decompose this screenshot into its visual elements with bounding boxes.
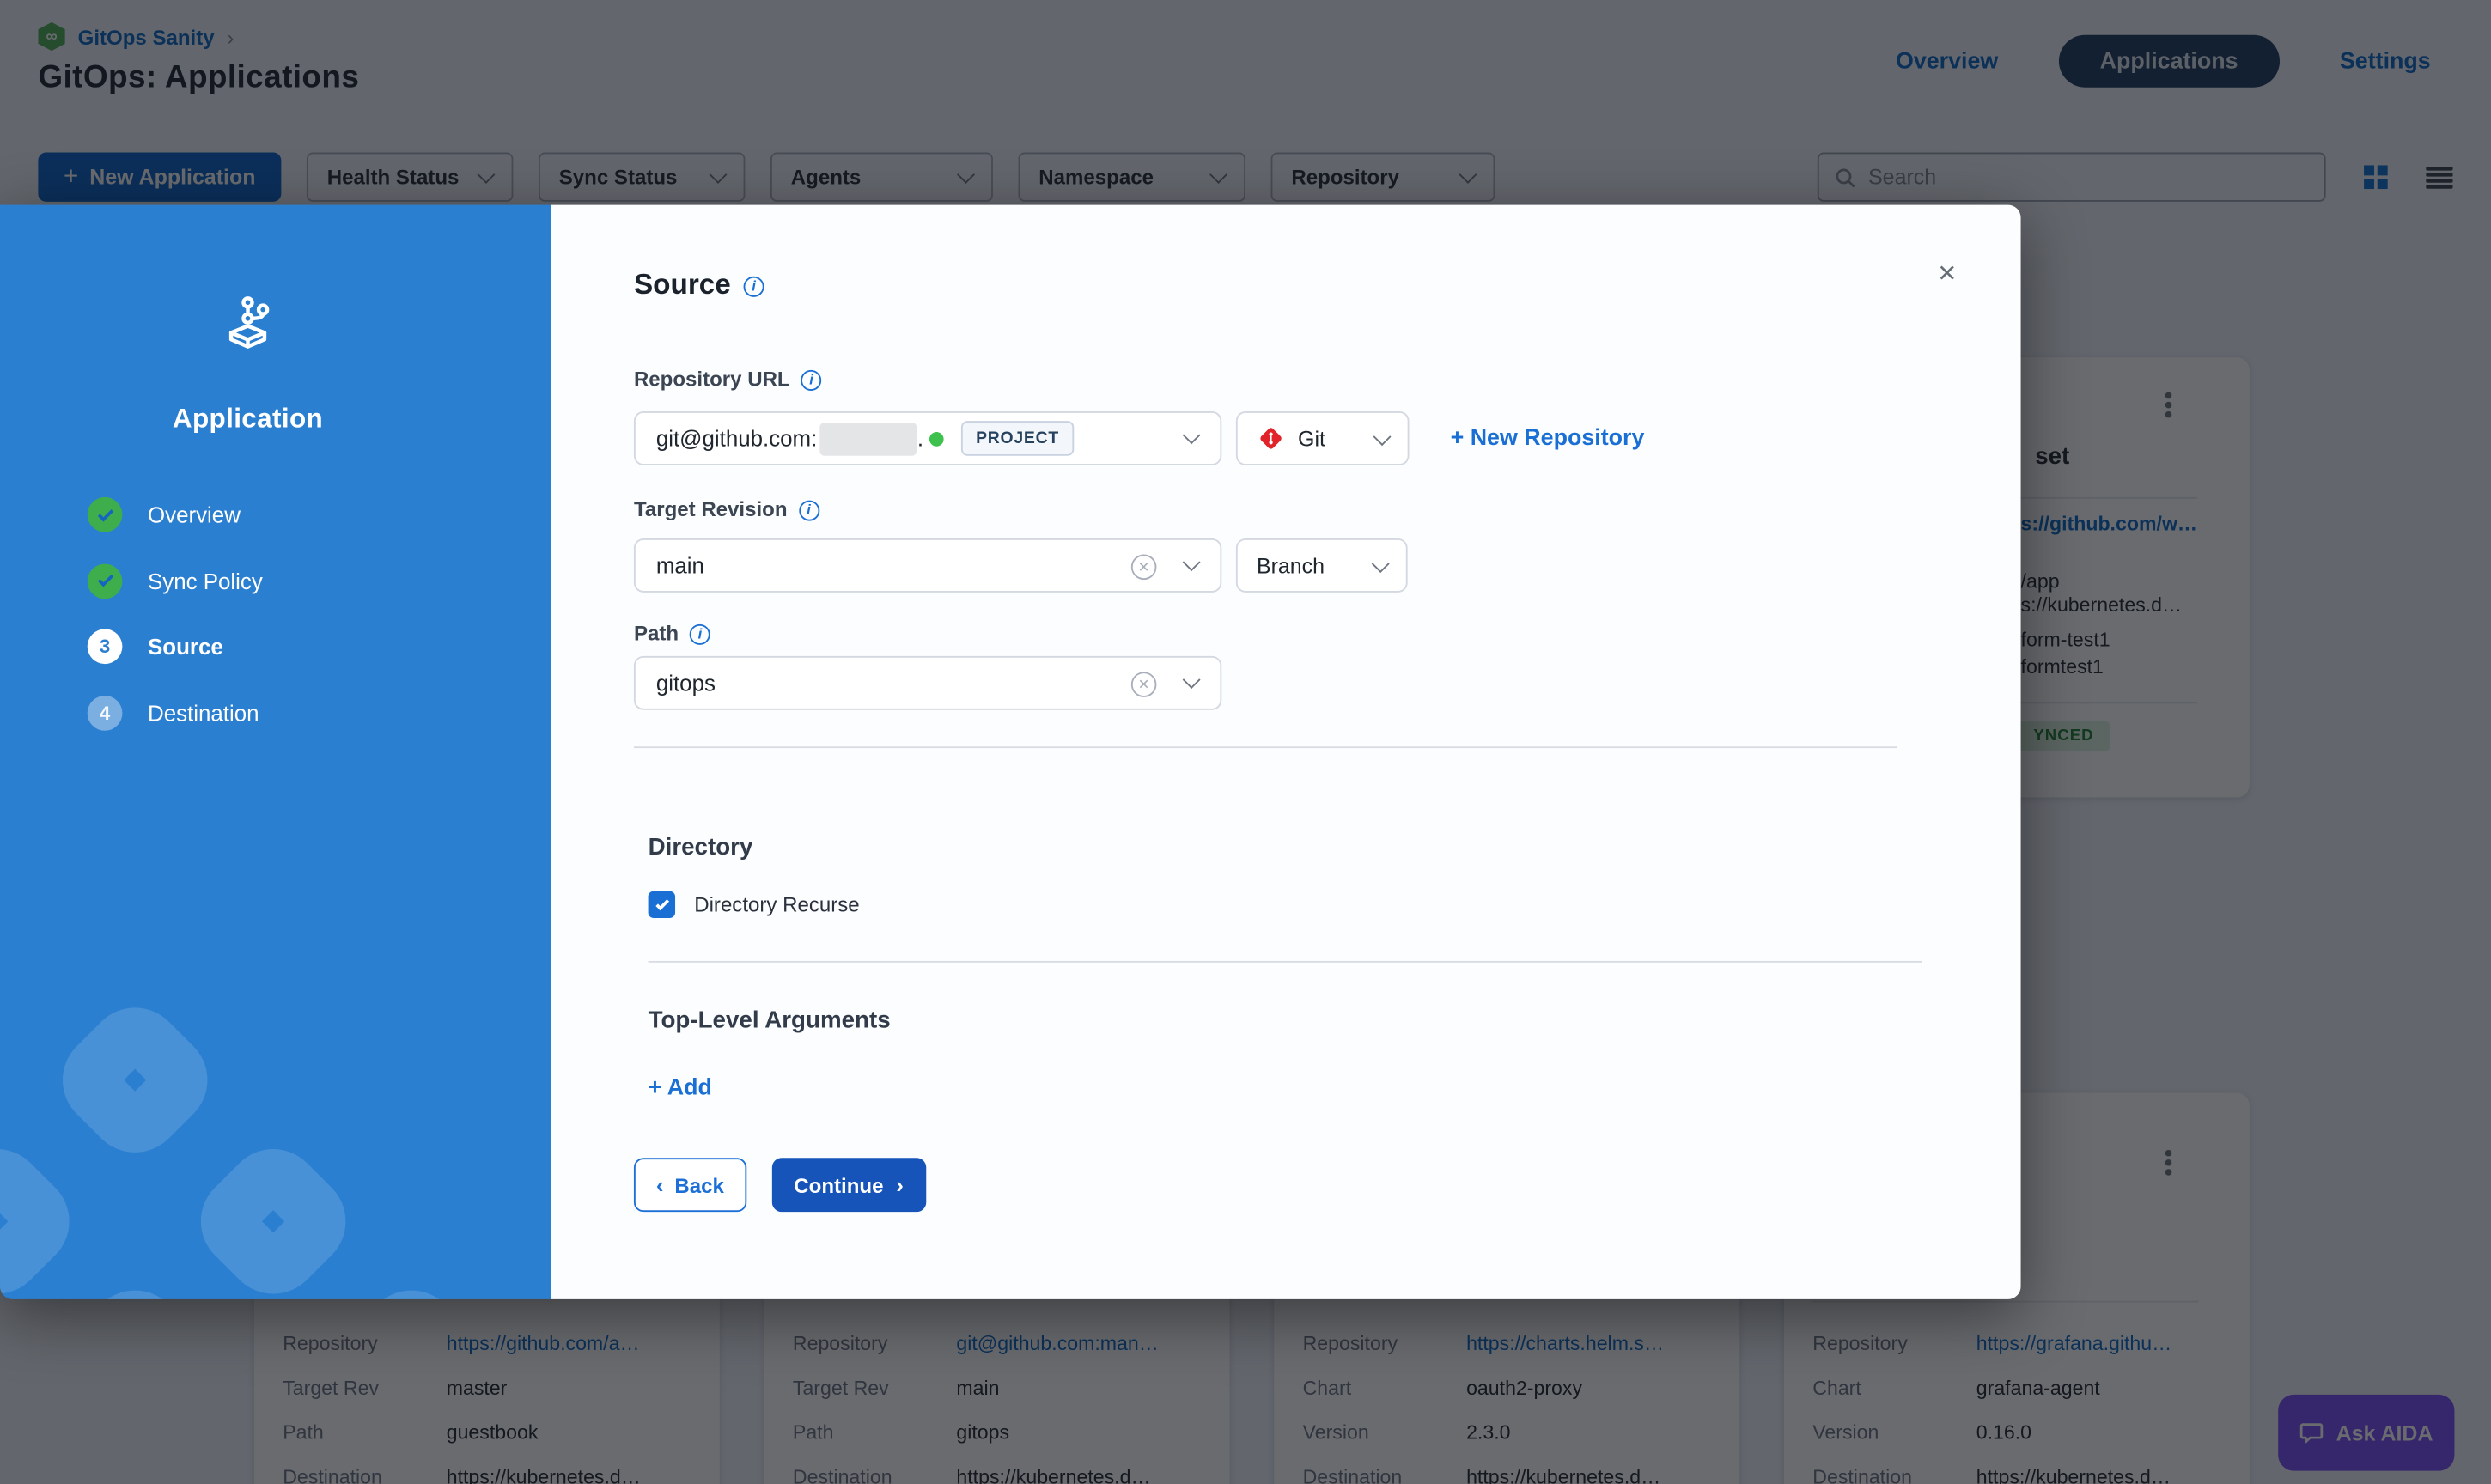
repository-url-field[interactable]: git@github.com: . PROJECT <box>634 411 1221 465</box>
connected-status-dot <box>929 431 944 446</box>
info-icon[interactable]: i <box>690 624 710 645</box>
add-argument-link[interactable]: + Add <box>649 1075 712 1101</box>
section-divider <box>634 746 1897 748</box>
step-source[interactable]: 3 Source <box>88 629 263 664</box>
git-icon <box>1257 424 1285 453</box>
harness-watermark <box>43 988 227 1171</box>
chevron-down-icon <box>1373 428 1392 446</box>
step-number-badge: 3 <box>88 629 123 664</box>
step-sync-policy[interactable]: Sync Policy <box>88 563 263 599</box>
project-scope-badge: PROJECT <box>961 421 1073 456</box>
path-label: Path <box>634 621 679 645</box>
info-icon[interactable]: i <box>798 501 819 521</box>
step-done-icon <box>88 563 123 599</box>
screen: ∞ GitOps Sanity › GitOps: Applications O… <box>0 0 2491 1484</box>
repository-url-label: Repository URL <box>634 367 790 391</box>
harness-watermark <box>0 1129 89 1299</box>
application-set-icon <box>216 294 280 357</box>
repository-url-value: git@github.com: <box>656 426 817 452</box>
path-field[interactable] <box>634 656 1221 710</box>
directory-recurse-label: Directory Recurse <box>694 892 859 916</box>
redacted-text <box>820 422 917 455</box>
close-icon[interactable]: ✕ <box>1937 258 1957 287</box>
clear-icon[interactable] <box>1131 554 1157 580</box>
revision-type-value: Branch <box>1257 554 1325 578</box>
source-step-title: Source <box>634 269 731 302</box>
wizard-sidebar: Application Overview Sync Policy 3 Sourc… <box>0 205 551 1299</box>
harness-watermark <box>181 1129 365 1299</box>
directory-section-heading: Directory <box>649 834 753 861</box>
chevron-down-icon <box>1372 555 1390 573</box>
clear-icon[interactable] <box>1131 672 1157 697</box>
step-overview[interactable]: Overview <box>88 497 263 532</box>
wizard-heading: Application <box>0 404 496 435</box>
target-revision-field[interactable] <box>634 538 1221 593</box>
target-revision-label: Target Revision <box>634 497 788 521</box>
harness-watermark <box>43 1271 227 1299</box>
wizard-steps: Overview Sync Policy 3 Source 4 Destinat… <box>88 497 263 761</box>
revision-type-select[interactable]: Branch <box>1236 538 1408 593</box>
continue-button[interactable]: Continue › <box>771 1158 925 1212</box>
chevron-right-icon: › <box>896 1174 904 1196</box>
info-icon[interactable]: i <box>744 277 764 297</box>
info-icon[interactable]: i <box>801 370 822 391</box>
chevron-left-icon: ‹ <box>656 1174 664 1196</box>
directory-recurse-checkbox[interactable] <box>649 891 675 918</box>
source-step-panel: Source i ✕ Repository URL i git@github.c… <box>551 205 2021 1299</box>
back-button[interactable]: ‹ Back <box>634 1158 746 1212</box>
connection-type-value: Git <box>1298 427 1325 451</box>
new-application-wizard-modal: Application Overview Sync Policy 3 Sourc… <box>0 205 2021 1299</box>
step-number-badge: 4 <box>88 695 123 730</box>
connection-type-select[interactable]: Git <box>1236 411 1410 465</box>
new-repository-link[interactable]: + New Repository <box>1451 426 1645 452</box>
directory-recurse-row: Directory Recurse <box>649 891 860 918</box>
step-destination[interactable]: 4 Destination <box>88 695 263 730</box>
repository-url-suffix: . <box>917 426 923 452</box>
harness-watermark <box>320 1271 503 1299</box>
step-done-icon <box>88 497 123 532</box>
section-divider <box>649 961 1922 963</box>
top-level-arguments-heading: Top-Level Arguments <box>649 1007 891 1034</box>
